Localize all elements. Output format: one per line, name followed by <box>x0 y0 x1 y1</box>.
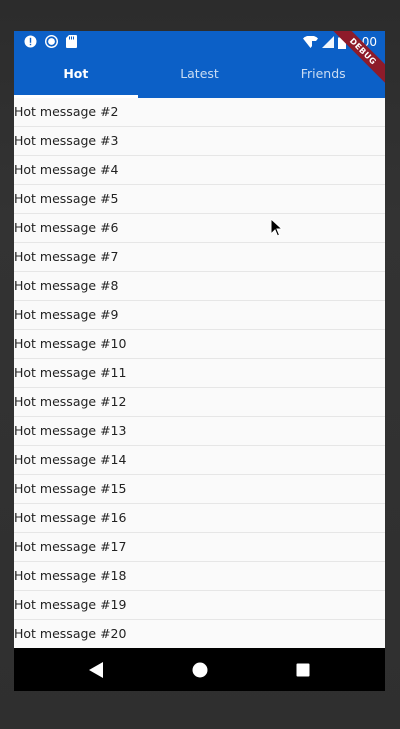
list-item[interactable]: Hot message #3 <box>14 127 385 156</box>
list-item[interactable]: Hot message #7 <box>14 243 385 272</box>
list-item[interactable]: Hot message #10 <box>14 330 385 359</box>
record-icon <box>45 35 58 48</box>
list-item[interactable]: Hot message #2 <box>14 98 385 127</box>
list-item[interactable]: Hot message #20 <box>14 620 385 648</box>
list-item[interactable]: Hot message #19 <box>14 591 385 620</box>
list-item[interactable]: Hot message #14 <box>14 446 385 475</box>
list-item[interactable]: Hot message #6 <box>14 214 385 243</box>
tab-latest[interactable]: Latest <box>138 53 262 98</box>
app-screen: 1:00 DEBUG Hot Latest Friends Hot messag… <box>14 31 385 691</box>
tab-label: Hot <box>63 66 89 81</box>
signal-icon <box>322 36 335 48</box>
list-item[interactable]: Hot message #8 <box>14 272 385 301</box>
list-item[interactable]: Hot message #11 <box>14 359 385 388</box>
recents-button[interactable] <box>273 648 333 691</box>
list-item[interactable]: Hot message #17 <box>14 533 385 562</box>
list-item[interactable]: Hot message #12 <box>14 388 385 417</box>
sd-card-icon <box>66 35 77 48</box>
list-item[interactable]: Hot message #15 <box>14 475 385 504</box>
message-list[interactable]: Hot message #2 Hot message #3 Hot messag… <box>14 98 385 648</box>
status-bar: 1:00 <box>14 31 385 53</box>
recents-icon <box>296 663 310 676</box>
list-item[interactable]: Hot message #4 <box>14 156 385 185</box>
tab-hot[interactable]: Hot <box>14 53 138 98</box>
status-left-icons <box>24 35 77 48</box>
mouse-cursor-icon <box>271 219 283 237</box>
alert-icon <box>24 35 37 48</box>
tab-bar: Hot Latest Friends <box>14 53 385 98</box>
home-button[interactable] <box>170 648 230 691</box>
system-nav-bar <box>14 648 385 691</box>
tab-label: Latest <box>180 66 219 81</box>
list-item[interactable]: Hot message #18 <box>14 562 385 591</box>
app-bar: Hot Latest Friends <box>14 53 385 98</box>
device-frame: 1:00 DEBUG Hot Latest Friends Hot messag… <box>0 0 400 729</box>
list-item[interactable]: Hot message #13 <box>14 417 385 446</box>
home-icon <box>192 662 208 677</box>
list-item[interactable]: Hot message #16 <box>14 504 385 533</box>
list-item[interactable]: Hot message #5 <box>14 185 385 214</box>
tab-label: Friends <box>300 66 346 81</box>
wifi-icon <box>303 36 319 48</box>
list-item[interactable]: Hot message #9 <box>14 301 385 330</box>
back-button[interactable] <box>66 648 126 691</box>
back-icon <box>89 661 103 678</box>
